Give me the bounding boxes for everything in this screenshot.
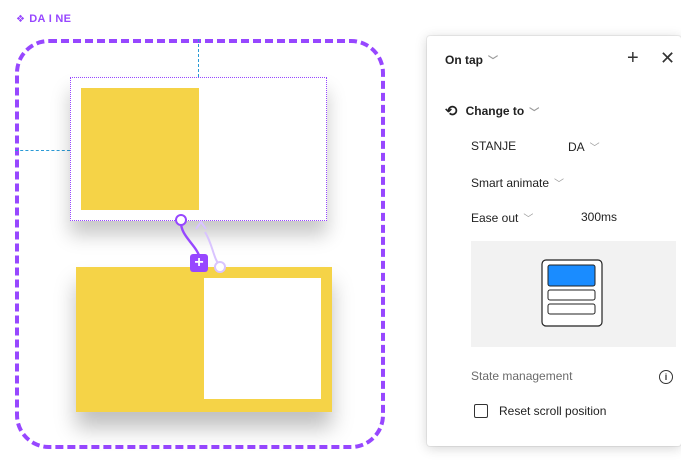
vertical-spacing-guide [198, 39, 199, 77]
animation-preview [471, 241, 676, 347]
easing-label: Ease out [471, 210, 519, 225]
info-icon[interactable]: i [659, 370, 673, 384]
state-management-label: State management [471, 369, 573, 383]
chevron-down-icon: ﹀ [589, 143, 600, 154]
variant-property-value: DA [568, 139, 585, 154]
horizontal-spacing-guide [15, 150, 70, 151]
component-set-name: DA I NE [29, 13, 72, 25]
chevron-down-icon: ﹀ [488, 56, 498, 67]
variant-property-label: STANJE [471, 139, 517, 153]
state-management-heading: State management [471, 369, 572, 383]
trigger-label: On tap [445, 52, 483, 67]
close-icon[interactable]: ✕ [660, 48, 675, 68]
reset-scroll-checkbox[interactable] [474, 404, 488, 418]
easing-dropdown[interactable]: Ease out ﹀ [471, 210, 534, 226]
yellow-rectangle [81, 88, 199, 210]
variant-da[interactable] [70, 77, 327, 221]
reset-scroll-label: Reset scroll position [499, 404, 607, 418]
component-set-label[interactable]: ❖ DA I NE [16, 13, 71, 25]
action-label: Change to [465, 104, 525, 118]
chevron-down-icon: ﹀ [529, 107, 540, 119]
trigger-dropdown[interactable]: On tap ﹀ [445, 52, 498, 68]
action-dropdown[interactable]: ⟲ Change to ﹀ [445, 102, 539, 120]
chevron-down-icon: ﹀ [554, 179, 565, 190]
add-connection-button[interactable]: + [190, 254, 208, 272]
animation-label: Smart animate [471, 175, 550, 190]
chevron-down-icon: ﹀ [523, 214, 534, 225]
plus-icon[interactable]: + [627, 48, 639, 68]
animation-dropdown[interactable]: Smart animate ﹀ [471, 175, 565, 191]
component-set-icon: ❖ [16, 14, 26, 25]
white-rectangle [204, 278, 321, 399]
variant-property-name: STANJE [471, 139, 516, 153]
interaction-panel: On tap ﹀ + ✕ ⟲ Change to ﹀ STANJE DA ﹀ S… [427, 36, 681, 446]
duration-value: 300ms [581, 210, 618, 224]
reset-scroll-option[interactable]: Reset scroll position [474, 404, 606, 418]
duration-input[interactable]: 300ms [581, 210, 617, 224]
variant-ne[interactable] [76, 267, 332, 412]
swap-icon: ⟲ [445, 103, 458, 120]
preview-illustration [541, 259, 603, 327]
variant-property-dropdown[interactable]: DA ﹀ [568, 139, 600, 155]
